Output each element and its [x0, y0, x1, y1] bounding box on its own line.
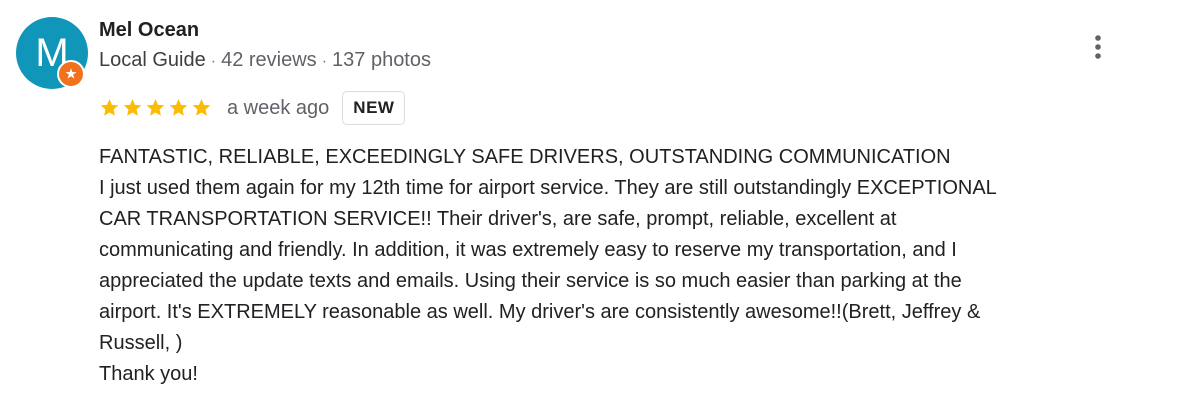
- star-icon: [192, 99, 211, 116]
- review-text-line: Thank you!: [99, 363, 198, 385]
- star-icon: [100, 99, 119, 116]
- separator-dot: ·: [321, 53, 328, 70]
- new-badge: NEW: [342, 91, 406, 125]
- local-guide-badge-icon: [57, 60, 85, 88]
- review-text: FANTASTIC, RELIABLE, EXCEEDINGLY SAFE DR…: [99, 142, 1129, 390]
- star-icon: [123, 99, 142, 116]
- reviewer-photo-count: 137 photos: [332, 49, 431, 71]
- reviewer-review-count: 42 reviews: [221, 49, 317, 71]
- reviewer-name[interactable]: Mel Ocean: [99, 19, 199, 42]
- separator-dot: ·: [210, 53, 217, 70]
- star-icon: [146, 99, 165, 116]
- review-text-line: CAR TRANSPORTATION SERVICE!! Their drive…: [99, 208, 897, 230]
- more-vert-icon: [1095, 35, 1101, 59]
- review-text-line: airport. It's EXTREMELY reasonable as we…: [99, 301, 981, 323]
- reviewer-meta: Local Guide · 42 reviews · 137 photos: [99, 49, 431, 72]
- rating-row: a week ago NEW: [98, 90, 406, 126]
- local-guide-star-icon: [65, 68, 77, 79]
- star-rating: [98, 97, 213, 119]
- review-card: M Mel Ocean Local Guide · 42 reviews · 137 p…: [0, 0, 1185, 402]
- review-text-line: appreciated the update texts and emails.…: [99, 270, 962, 292]
- review-text-line: Russell, ): [99, 332, 183, 354]
- review-text-line: I just used them again for my 12th time …: [99, 177, 997, 199]
- reviewer-role: Local Guide: [99, 49, 206, 71]
- star-icon: [169, 99, 188, 116]
- review-text-line: communicating and friendly. In addition,…: [99, 239, 957, 261]
- review-text-line: FANTASTIC, RELIABLE, EXCEEDINGLY SAFE DR…: [99, 146, 951, 168]
- review-time: a week ago: [227, 96, 330, 119]
- more-options-button[interactable]: [1084, 31, 1112, 63]
